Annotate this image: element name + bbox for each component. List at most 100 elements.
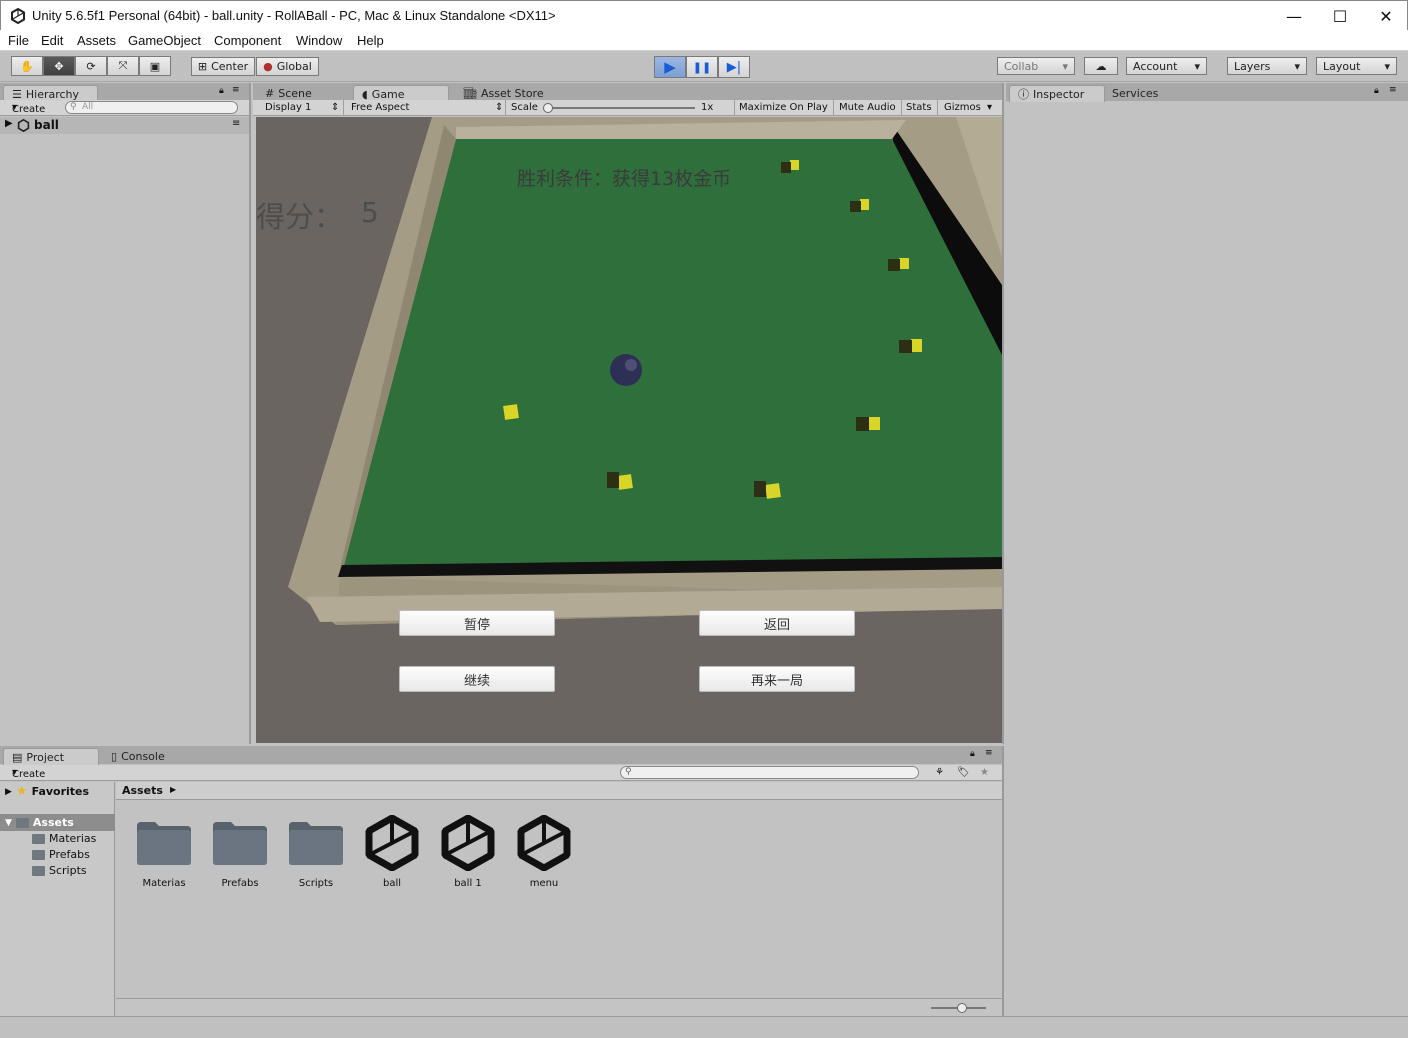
expand-triangle-icon[interactable]: ▶	[5, 787, 12, 797]
minimize-icon[interactable]: —	[1271, 1, 1317, 31]
menu-file[interactable]: File	[8, 33, 29, 48]
layout-dropdown[interactable]: Layout ▾	[1316, 57, 1397, 75]
score-value: 5	[361, 196, 379, 229]
menu-window[interactable]: Window	[296, 33, 342, 48]
close-icon[interactable]: ✕	[1363, 1, 1408, 31]
tab-project-label: Project	[26, 750, 65, 764]
project-tree: ▶ ★ Favorites ▼ Assets Materias Prefabs Scr…	[0, 782, 115, 1016]
tree-favorites[interactable]: ▶ ★ Favorites	[5, 784, 89, 799]
filter-by-type-icon[interactable]: ⚘	[935, 767, 944, 778]
score-label: 得分：	[256, 200, 344, 234]
expand-triangle-icon[interactable]: ▼	[5, 818, 12, 828]
favorites-label: Favorites	[31, 785, 90, 798]
favorite-star-icon[interactable]: ★	[980, 767, 989, 778]
layers-dropdown[interactable]: Layers ▾	[1227, 57, 1307, 75]
game-view[interactable]: 胜利条件：获得13枚金币 得分： 5 暂停 返回 继续 再来一局	[256, 117, 1002, 743]
tree-item[interactable]: Materias	[32, 832, 96, 845]
create-label: Create	[12, 769, 46, 780]
restart-button[interactable]: 再来一局	[699, 666, 855, 692]
asset-label: Materias	[142, 878, 186, 889]
gizmos-dropdown[interactable]: Gizmos	[944, 102, 981, 113]
step-button[interactable]: ▶|	[718, 56, 750, 78]
project-footer	[116, 998, 1002, 1016]
tab-asset-store-label: Asset Store	[480, 87, 544, 100]
hierarchy-search-input[interactable]: ⚲ All	[65, 101, 238, 114]
chevron-down-icon: ▾	[1294, 59, 1300, 73]
scene-name: ball	[34, 118, 59, 132]
pivot-global-button[interactable]: ● Global	[256, 57, 319, 76]
tab-inspector[interactable]: ⓘ Inspector	[1009, 85, 1105, 102]
rotate-tool-icon[interactable]: ⟳	[75, 56, 107, 76]
menu-help[interactable]: Help	[357, 33, 384, 48]
panel-menu-icon[interactable]: ≡	[232, 85, 240, 95]
project-create-button[interactable]: Create ▾	[12, 767, 45, 780]
scale-slider-track[interactable]	[545, 107, 695, 109]
menu-bar: File Edit Assets GameObject Component Wi…	[0, 30, 1408, 51]
expand-triangle-icon[interactable]: ▶	[5, 118, 13, 129]
menu-assets[interactable]: Assets	[77, 33, 116, 48]
asset-label: menu	[529, 878, 559, 889]
menu-gameobject[interactable]: GameObject	[128, 33, 201, 48]
play-button[interactable]: ▶	[654, 56, 686, 78]
maximize-on-play-toggle[interactable]: Maximize On Play	[739, 102, 828, 113]
tab-hierarchy-label: Hierarchy	[25, 87, 80, 101]
tree-item[interactable]: Prefabs	[32, 848, 90, 861]
pause-icon: ❚❚	[692, 60, 712, 74]
collab-dropdown[interactable]: Collab ▾	[997, 57, 1075, 75]
account-dropdown[interactable]: Account ▾	[1126, 57, 1207, 75]
game-toolbar: Display 1 ⇕ Free Aspect ⇕ Scale 1x Maxim…	[253, 100, 1002, 116]
breadcrumb-assets[interactable]: Assets	[122, 784, 163, 797]
mute-audio-toggle[interactable]: Mute Audio	[839, 102, 896, 113]
scale-tool-icon[interactable]: ⤧	[107, 56, 139, 76]
cloud-button[interactable]: ☁	[1084, 57, 1118, 75]
aspect-dropdown[interactable]: Free Aspect	[351, 102, 409, 113]
menu-edit[interactable]: Edit	[41, 33, 63, 48]
pause-button[interactable]: ❚❚	[686, 56, 718, 78]
hand-tool-icon[interactable]: ✋	[11, 56, 43, 76]
move-tool-icon[interactable]: ✥	[43, 56, 75, 76]
scale-slider-thumb[interactable]	[543, 103, 553, 113]
tree-item-label: Materias	[49, 832, 97, 845]
chevron-down-icon: ▾	[1062, 59, 1068, 73]
scale-label: Scale	[511, 102, 538, 113]
pause-game-button[interactable]: 暂停	[399, 610, 555, 636]
tree-item[interactable]: Scripts	[32, 864, 87, 877]
hierarchy-create-button[interactable]: Create ▾	[12, 102, 45, 115]
display-dropdown[interactable]: Display 1	[265, 102, 311, 113]
list-icon: ☰	[12, 87, 22, 101]
hierarchy-toolbar: Create ▾ ⚲ All	[0, 100, 249, 116]
status-bar	[0, 1016, 1408, 1038]
tree-assets[interactable]: ▼ Assets	[5, 816, 74, 829]
tab-scene-label: Scene	[278, 87, 312, 100]
stats-toggle[interactable]: Stats	[906, 102, 932, 113]
collab-label: Collab	[1004, 59, 1039, 73]
maximize-icon[interactable]: ☐	[1317, 1, 1363, 31]
filter-by-label-icon[interactable]: 🏷︎	[957, 767, 970, 778]
panel-menu-icon[interactable]: ≡	[985, 748, 993, 758]
continue-button[interactable]: 继续	[399, 666, 555, 692]
rect-tool-icon[interactable]: ▣	[139, 56, 171, 76]
back-button[interactable]: 返回	[699, 610, 855, 636]
tab-project[interactable]: ▤ Project	[3, 748, 99, 765]
pivot-center-label: Center	[211, 60, 249, 73]
pivot-center-button[interactable]: ⊞ Center	[191, 57, 255, 76]
hierarchy-tabstrip: ☰ Hierarchy 🔒︎ ≡	[0, 83, 249, 102]
tab-services[interactable]: Services	[1104, 85, 1184, 102]
pivot-icon: ⊞	[197, 60, 208, 73]
panel-menu-icon[interactable]: ≡	[1389, 85, 1397, 95]
tab-console[interactable]: ▯ Console	[103, 748, 193, 765]
folder-tab-icon: ▤	[12, 750, 23, 764]
account-label: Account	[1133, 59, 1178, 73]
pivot-global-label: Global	[276, 60, 312, 73]
unity-scene-icon	[517, 814, 571, 872]
menu-component[interactable]: Component	[214, 33, 281, 48]
project-search-input[interactable]: ⚲	[620, 766, 919, 779]
lock-icon[interactable]: 🔒︎	[970, 749, 975, 759]
layers-label: Layers	[1234, 59, 1271, 73]
icon-size-thumb[interactable]	[957, 1003, 967, 1013]
scene-menu-icon[interactable]: ≡	[232, 118, 240, 129]
lock-icon[interactable]: 🔒︎	[1374, 86, 1379, 96]
hierarchy-scene-row[interactable]: ▶ ball ≡	[0, 117, 249, 134]
lock-icon[interactable]: 🔒︎	[219, 86, 224, 96]
asset-label: Scripts	[298, 878, 334, 889]
